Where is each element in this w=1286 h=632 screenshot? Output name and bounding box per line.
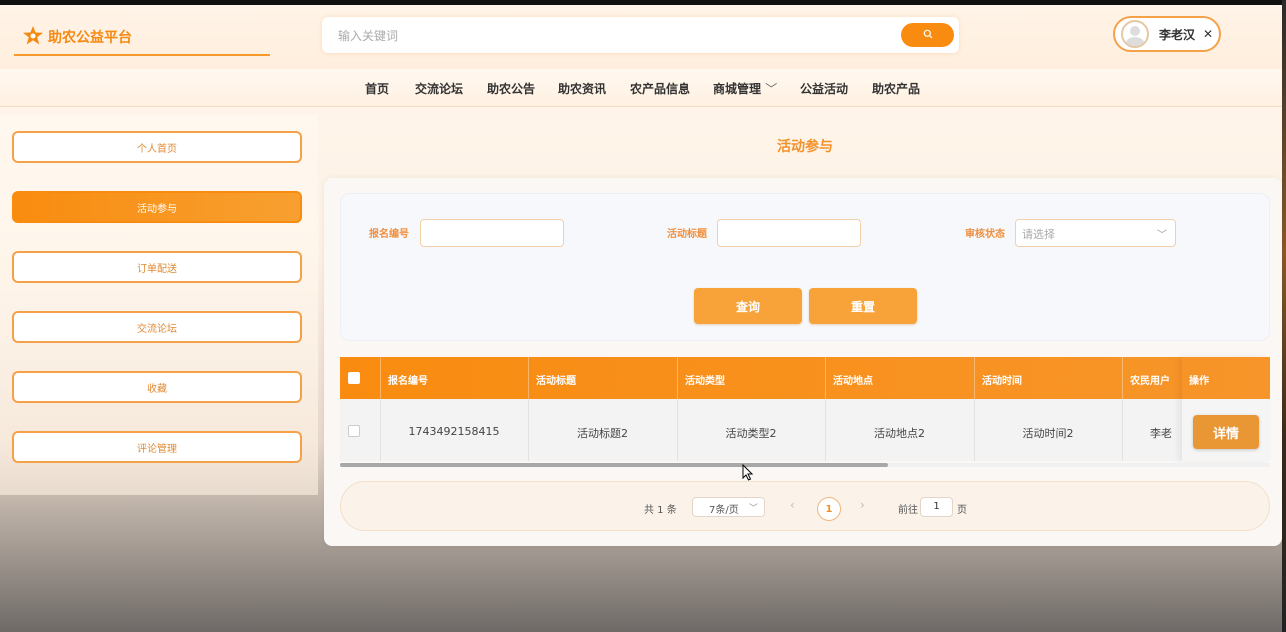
- sidebar-item-comments[interactable]: 评论管理: [12, 431, 302, 463]
- header-divider: [380, 357, 381, 399]
- app-title: 助农公益平台: [48, 30, 132, 46]
- chevron-down-icon: ﹀: [765, 82, 778, 96]
- header-title: 活动标题: [536, 376, 576, 387]
- header-divider: [974, 357, 975, 399]
- logo-underline: [14, 54, 270, 56]
- nav-item-products[interactable]: 助农产品: [872, 80, 920, 97]
- cell-divider: [1122, 399, 1123, 461]
- header-user: 农民用户: [1130, 376, 1170, 387]
- activity-table: 报名编号 活动标题 活动类型 活动地点 活动时间 农民用户 操作 1743492…: [340, 357, 1270, 467]
- page-number-current[interactable]: 1: [817, 497, 841, 521]
- next-page-icon[interactable]: ›: [860, 498, 865, 512]
- total-count: 共 1 条: [644, 505, 677, 516]
- sidebar-item-profile[interactable]: 个人首页: [12, 131, 302, 163]
- table-scrollbar[interactable]: [340, 463, 1270, 467]
- sidebar-item-forum[interactable]: 交流论坛: [12, 311, 302, 343]
- sidebar-item-activity[interactable]: 活动参与: [12, 191, 302, 223]
- nav-item-product-info[interactable]: 农产品信息: [630, 80, 690, 97]
- header-divider: [825, 357, 826, 399]
- header: 助农公益平台 李老汉 ✕: [0, 5, 1282, 69]
- chevron-down-icon: ﹀: [1157, 230, 1167, 241]
- signup-no-input[interactable]: [420, 219, 564, 247]
- review-status-select[interactable]: 请选择 ﹀: [1015, 219, 1176, 247]
- window-right-strip: [1282, 0, 1286, 632]
- logout-icon[interactable]: ✕: [1203, 27, 1213, 41]
- review-status-label: 审核状态: [965, 229, 1005, 240]
- scrollbar-thumb[interactable]: [340, 463, 888, 467]
- nav-item-news[interactable]: 助农资讯: [558, 80, 606, 97]
- activity-title-label: 活动标题: [667, 229, 707, 240]
- sidebar-item-orders[interactable]: 订单配送: [12, 251, 302, 283]
- search-button[interactable]: [901, 23, 954, 47]
- table-header: 报名编号 活动标题 活动类型 活动地点 活动时间 农民用户 操作: [340, 357, 1270, 399]
- query-button[interactable]: 查询: [694, 288, 802, 324]
- row-checkbox[interactable]: [348, 425, 360, 437]
- chevron-down-icon: ﹀: [748, 504, 758, 514]
- pagination: 共 1 条 7条/页 ﹀ ‹ 1 › 前往 1 页: [340, 481, 1270, 531]
- nav-item-mall[interactable]: 商城管理 ﹀: [713, 80, 777, 97]
- cell-signup-no: 1743492158415: [408, 425, 500, 438]
- cell-location: 活动地点2: [874, 427, 925, 440]
- main-nav: 首页 交流论坛 助农公告 助农资讯 农产品信息 商城管理 ﹀ 公益活动 助农产品: [0, 69, 1282, 107]
- review-status-placeholder: 请选择: [1022, 228, 1055, 241]
- prev-page-icon[interactable]: ‹: [790, 498, 795, 512]
- nav-item-charity[interactable]: 公益活动: [800, 80, 848, 97]
- goto-label: 前往: [898, 505, 918, 516]
- nav-item-home[interactable]: 首页: [365, 80, 389, 97]
- header-location: 活动地点: [833, 376, 873, 387]
- header-divider: [528, 357, 529, 399]
- user-menu[interactable]: 李老汉 ✕: [1113, 16, 1221, 52]
- activity-title-input[interactable]: [717, 219, 861, 247]
- mouse-cursor-icon: [742, 463, 754, 484]
- header-time: 活动时间: [982, 376, 1022, 387]
- page-title: 活动参与: [777, 139, 833, 155]
- header-divider: [1122, 357, 1123, 399]
- cell-type: 活动类型2: [725, 427, 777, 440]
- reset-button[interactable]: 重置: [809, 288, 917, 324]
- page-size-value: 7条/页: [709, 505, 739, 516]
- header-signup-no: 报名编号: [388, 376, 428, 387]
- star-logo-icon: [22, 25, 44, 49]
- filter-panel: 报名编号 活动标题 审核状态 请选择 ﹀ 查询 重置: [340, 193, 1270, 341]
- sidebar-item-favorites[interactable]: 收藏: [12, 371, 302, 403]
- cell-title: 活动标题2: [577, 427, 628, 440]
- goto-page-input[interactable]: 1: [920, 497, 953, 517]
- detail-button[interactable]: 详情: [1193, 415, 1259, 449]
- cell-time: 活动时间2: [1022, 427, 1074, 440]
- header-divider: [677, 357, 678, 399]
- search-icon: [923, 29, 933, 42]
- table-row: 1743492158415 活动标题2 活动类型2 活动地点2 活动时间2 李老: [340, 399, 1270, 461]
- select-all-checkbox[interactable]: [348, 372, 360, 384]
- nav-item-mall-label: 商城管理: [713, 82, 762, 96]
- page-size-select[interactable]: 7条/页 ﹀: [692, 497, 765, 517]
- nav-item-forum[interactable]: 交流论坛: [415, 80, 463, 97]
- user-name: 李老汉: [1159, 27, 1196, 42]
- search-bar: [322, 17, 959, 53]
- logo[interactable]: 助农公益平台: [22, 25, 132, 49]
- header-type: 活动类型: [685, 376, 725, 387]
- search-input[interactable]: [336, 25, 880, 47]
- avatar: [1121, 20, 1149, 48]
- signup-no-label: 报名编号: [369, 229, 409, 240]
- nav-item-announcement[interactable]: 助农公告: [487, 80, 535, 97]
- page-unit-label: 页: [957, 505, 967, 516]
